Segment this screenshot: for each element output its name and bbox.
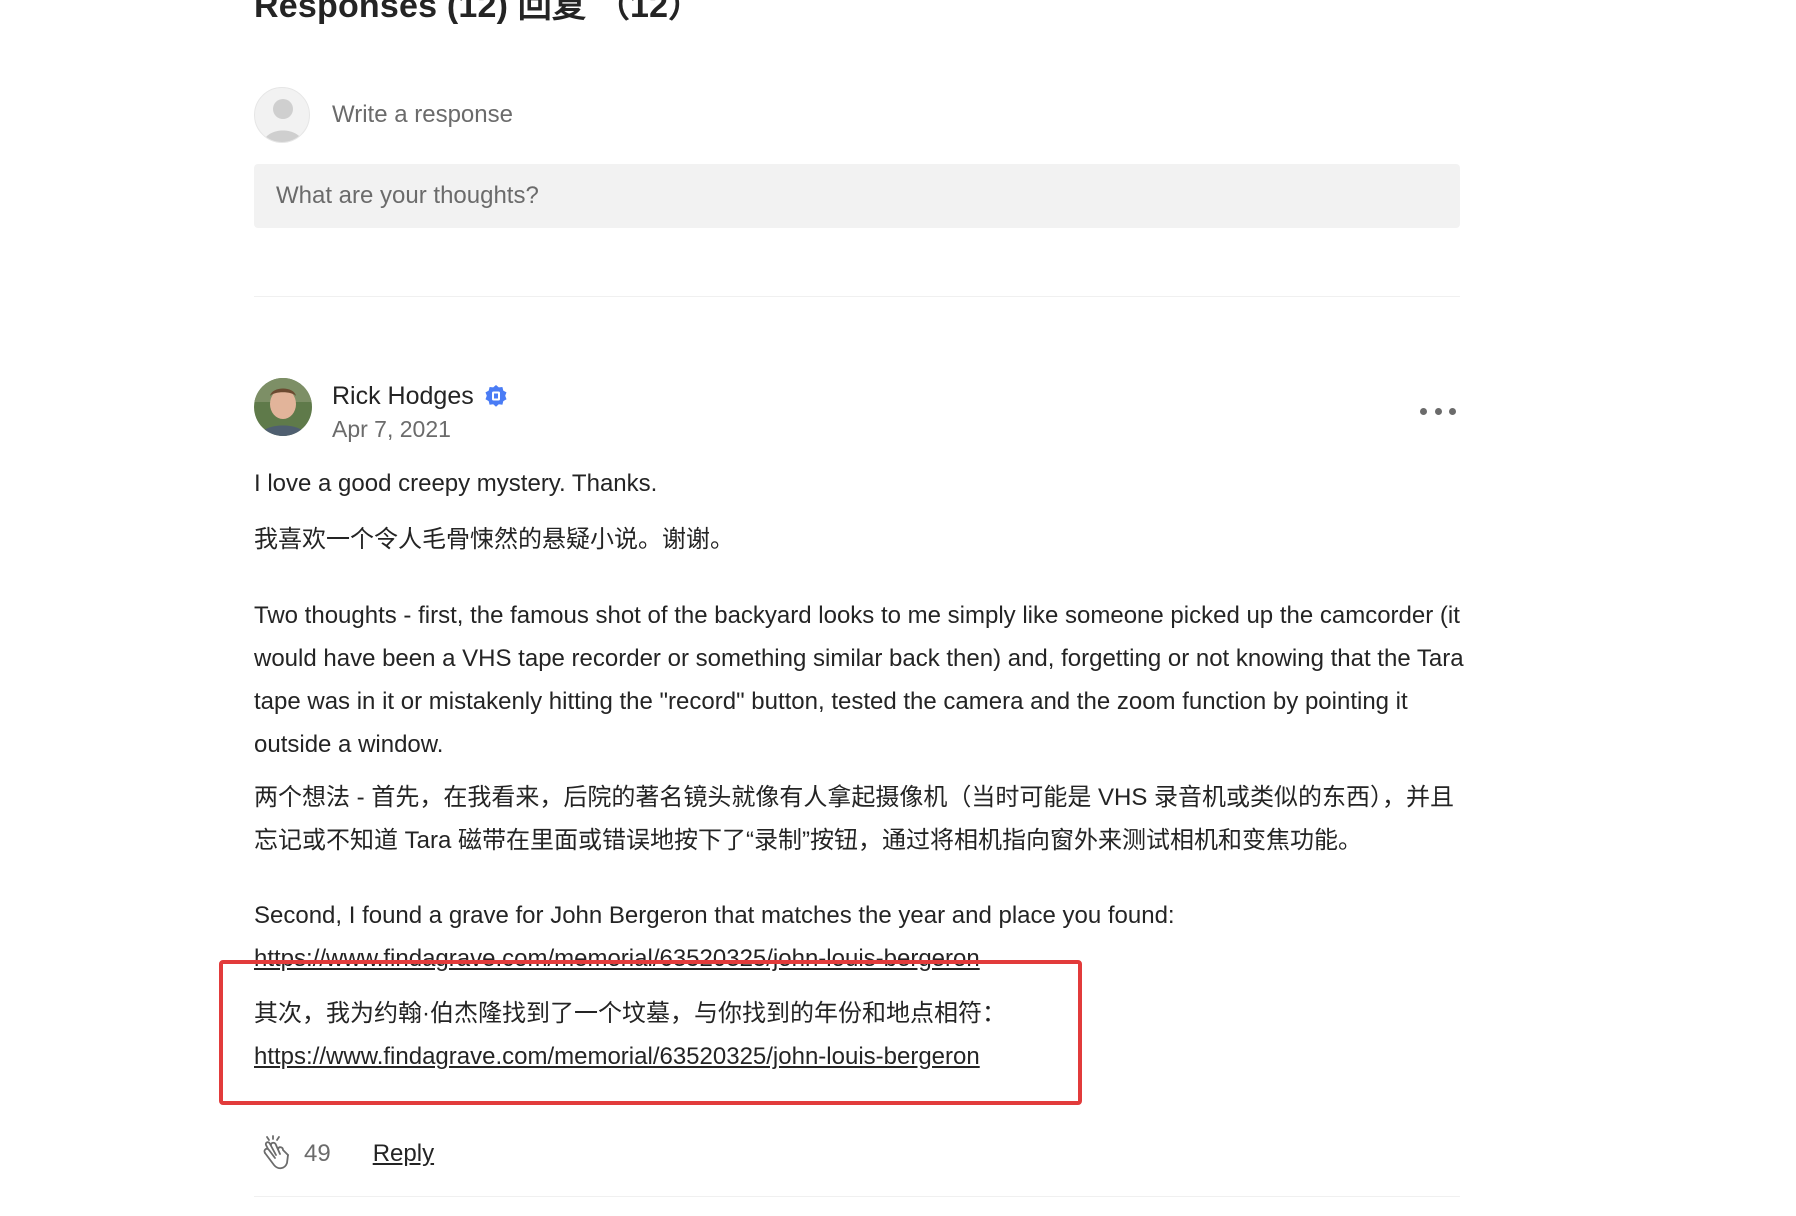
default-avatar-icon bbox=[254, 87, 310, 143]
clap-icon[interactable] bbox=[254, 1134, 294, 1174]
comment-divider bbox=[254, 1196, 1460, 1197]
comment-text: Second, I found a grave for John Bergero… bbox=[254, 902, 1175, 929]
write-response-label: Write a response bbox=[332, 101, 513, 128]
avatar[interactable] bbox=[254, 378, 312, 436]
annotation-highlight-box bbox=[219, 960, 1082, 1105]
more-options-icon[interactable] bbox=[1420, 400, 1456, 422]
author-name[interactable]: Rick Hodges bbox=[332, 382, 474, 411]
comment-paragraph: I love a good creepy mystery. Thanks. bbox=[254, 470, 658, 497]
reply-button[interactable]: Reply bbox=[373, 1140, 434, 1168]
response-input[interactable]: What are your thoughts? bbox=[254, 164, 1460, 228]
comment-paragraph: Two thoughts - first, the famous shot of… bbox=[254, 602, 1464, 758]
comment-date: Apr 7, 2021 bbox=[332, 416, 451, 442]
comment-actions: 49 Reply bbox=[254, 1132, 434, 1176]
comment-author: Rick Hodges Apr 7, 2021 bbox=[254, 378, 508, 443]
verified-badge-icon bbox=[485, 385, 507, 407]
composer-header: Write a response bbox=[254, 86, 513, 144]
responses-heading: Responses (12) 回复 （12） bbox=[254, 0, 703, 25]
clap-count: 49 bbox=[304, 1140, 331, 1167]
comment-paragraph-translation: 我喜欢一个令人毛骨悚然的悬疑小说。谢谢。 bbox=[254, 526, 734, 553]
comment-paragraph-translation: 两个想法 - 首先，在我看来，后院的著名镜头就像有人拿起摄像机（当时可能是 VH… bbox=[254, 784, 1455, 854]
section-divider bbox=[254, 296, 1460, 297]
chevron-down-icon[interactable] bbox=[1426, 0, 1446, 4]
